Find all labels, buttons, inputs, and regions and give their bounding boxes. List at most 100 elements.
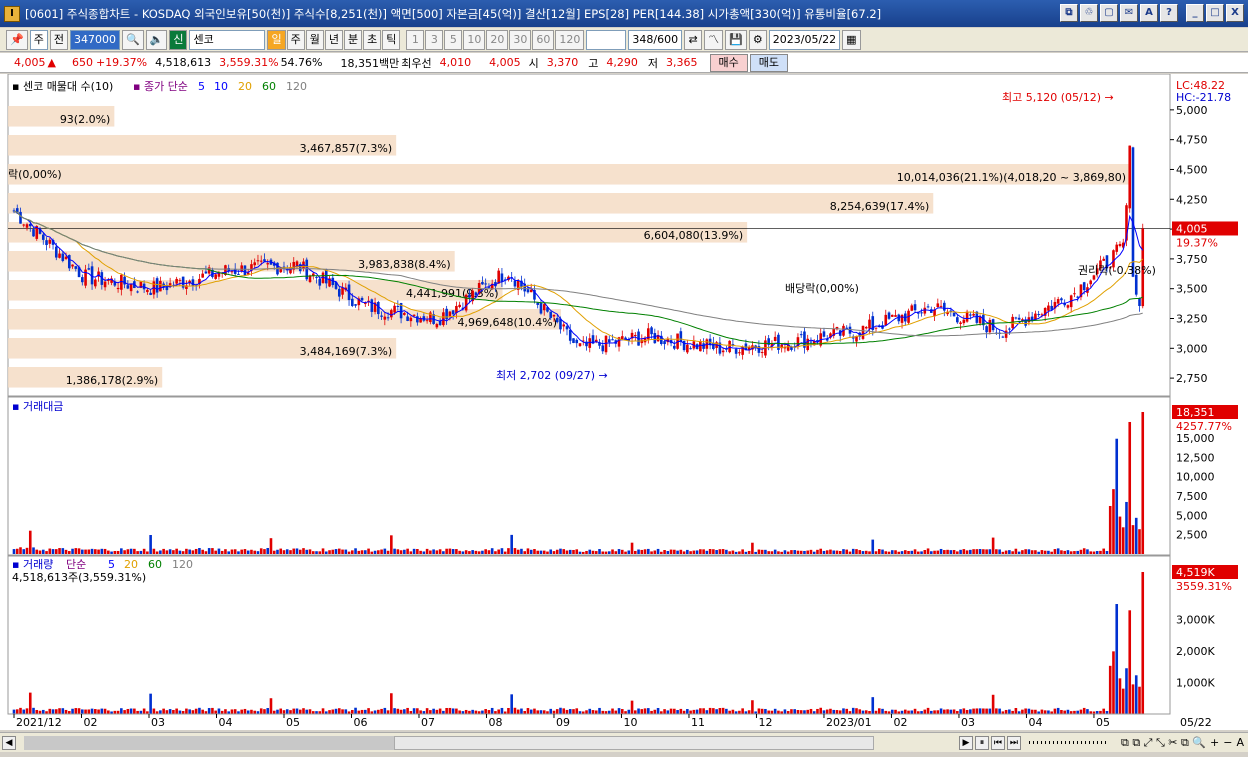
candle-body [988,319,992,333]
window-button-3[interactable]: ✉ [1120,4,1138,22]
volume-bar [396,708,400,714]
volume-bar [751,700,754,714]
volume-bar [289,710,292,714]
window-button-1[interactable]: ♲ [1080,4,1098,22]
volume-bar [429,710,432,714]
amount-bar [796,550,800,554]
period-tab-2[interactable]: 월 [305,29,324,50]
ma-legend-60: 60 [262,80,276,93]
volume-bar [829,708,832,714]
playback-button-1[interactable]: ⏸ [974,735,989,750]
volume-bar [435,709,439,714]
scroll-thumb[interactable] [394,735,874,750]
scroll-left-button[interactable]: ◀ [2,735,16,750]
amount-bar [809,549,813,554]
zoom-tools: + − A [1206,736,1244,749]
volume-bar [279,708,283,714]
interval-10[interactable]: 10 [463,29,486,50]
pin-icon[interactable]: 📌 [6,29,28,50]
chart-icon[interactable]: 〽 [704,29,724,50]
interval-60[interactable]: 60 [532,29,555,50]
candle-body [74,266,78,269]
playback-button-0[interactable]: ▶ [958,735,973,750]
date-field[interactable]: 2023/05/22 [768,29,841,50]
candle-body [386,317,390,319]
volume-bar [529,709,533,714]
volume-bar [943,709,946,714]
candle-body [536,302,540,305]
candle-body [500,273,504,282]
period-tab-0[interactable]: 일 [267,29,286,50]
market-select[interactable]: 주 [29,29,48,50]
zoom-button-1[interactable]: − [1223,736,1232,749]
zoom-button-0[interactable]: + [1210,736,1219,749]
interval-5[interactable]: 5 [444,29,463,50]
chart-area[interactable]: 93(2.0%) 3,467,857(7.3%) 10,014,036(21.1%)… [0,74,1248,730]
volume-tick-label: 1,000K [1176,677,1215,690]
interval-120[interactable]: 120 [555,29,585,50]
scroll-track[interactable] [24,735,394,750]
candle-body [61,253,65,261]
stock-chart[interactable]: 93(2.0%) 3,467,857(7.3%) 10,014,036(21.1%)… [0,74,1248,730]
amount-bar [142,548,146,554]
candle-body [1017,317,1021,320]
candle-body [468,294,471,298]
window-button-5[interactable]: ? [1160,4,1178,22]
amount-bar [133,548,136,554]
sell-button[interactable]: 매도 [749,53,788,72]
period-tab-4[interactable]: 분 [343,29,363,50]
volume-bar [233,709,237,714]
interval-input[interactable] [586,29,627,50]
zoom-button-2[interactable]: A [1236,736,1244,749]
chart-scrollbar[interactable]: ◀ ▶ ⏸ ⏮ ⏭ ⧉ ⧉ ⤢ ⤡ ✂ ⧉ 🔍 + − A [0,732,1248,752]
tool-icon[interactable]: ⇄ [684,29,703,50]
amount-bar [799,550,803,554]
period-tab-1[interactable]: 주 [286,29,305,50]
playback-button-3[interactable]: ⏭ [1006,735,1021,750]
volume-bar [933,710,936,714]
candle-body [403,313,406,315]
price-tick-label: 2,750 [1176,372,1208,385]
amount-bar [279,548,283,554]
period-tab-5[interactable]: 초 [363,29,382,50]
amount-bar [1037,551,1040,554]
interval-30[interactable]: 30 [509,29,532,50]
window-button-4[interactable]: A [1140,4,1158,22]
period-tab-3[interactable]: 년 [324,29,343,50]
window-button-7[interactable]: □ [1206,4,1224,22]
stock-code-input[interactable]: 347000 [69,29,120,50]
candle-body [318,278,322,286]
interval-20[interactable]: 20 [486,29,509,50]
calendar-icon[interactable]: ▦ [842,29,861,50]
volume-bar [399,709,403,714]
amount-bar [1017,551,1021,554]
volume-bar [406,707,409,714]
amount-tick-label: 7,500 [1176,490,1208,503]
zoom-slider[interactable] [1028,741,1109,744]
candle-body [458,304,461,308]
window-button-6[interactable]: _ [1186,4,1204,22]
zoom-icons[interactable]: ⧉ ⧉ ⤢ ⤡ ✂ ⧉ 🔍 [1121,736,1206,750]
candle-body [939,305,943,307]
candle-body [396,305,400,307]
buy-button[interactable]: 매수 [709,53,748,72]
stock-name-field[interactable]: 센코 [189,29,266,50]
interval-1[interactable]: 1 [406,29,425,50]
count-input[interactable]: 348/600 [628,29,683,50]
amount-bar [334,549,338,554]
amount-bar [136,551,139,554]
amount-bar [107,550,110,554]
window-button-8[interactable]: X [1226,4,1244,22]
settings-icon[interactable]: ⚙ [748,29,767,50]
mode-button[interactable]: 전 [49,29,68,50]
period-tab-6[interactable]: 틱 [382,29,401,50]
speaker-icon[interactable]: 🔈 [145,29,168,50]
playback-button-2[interactable]: ⏮ [990,735,1005,750]
search-icon[interactable]: 🔍 [121,29,144,50]
volume-bar [178,710,182,714]
amount-bar [682,551,686,554]
window-button-2[interactable]: ▢ [1100,4,1118,22]
window-button-0[interactable]: ⧉ [1060,4,1078,22]
interval-3[interactable]: 3 [425,29,444,50]
save-icon[interactable]: 💾 [725,29,747,50]
